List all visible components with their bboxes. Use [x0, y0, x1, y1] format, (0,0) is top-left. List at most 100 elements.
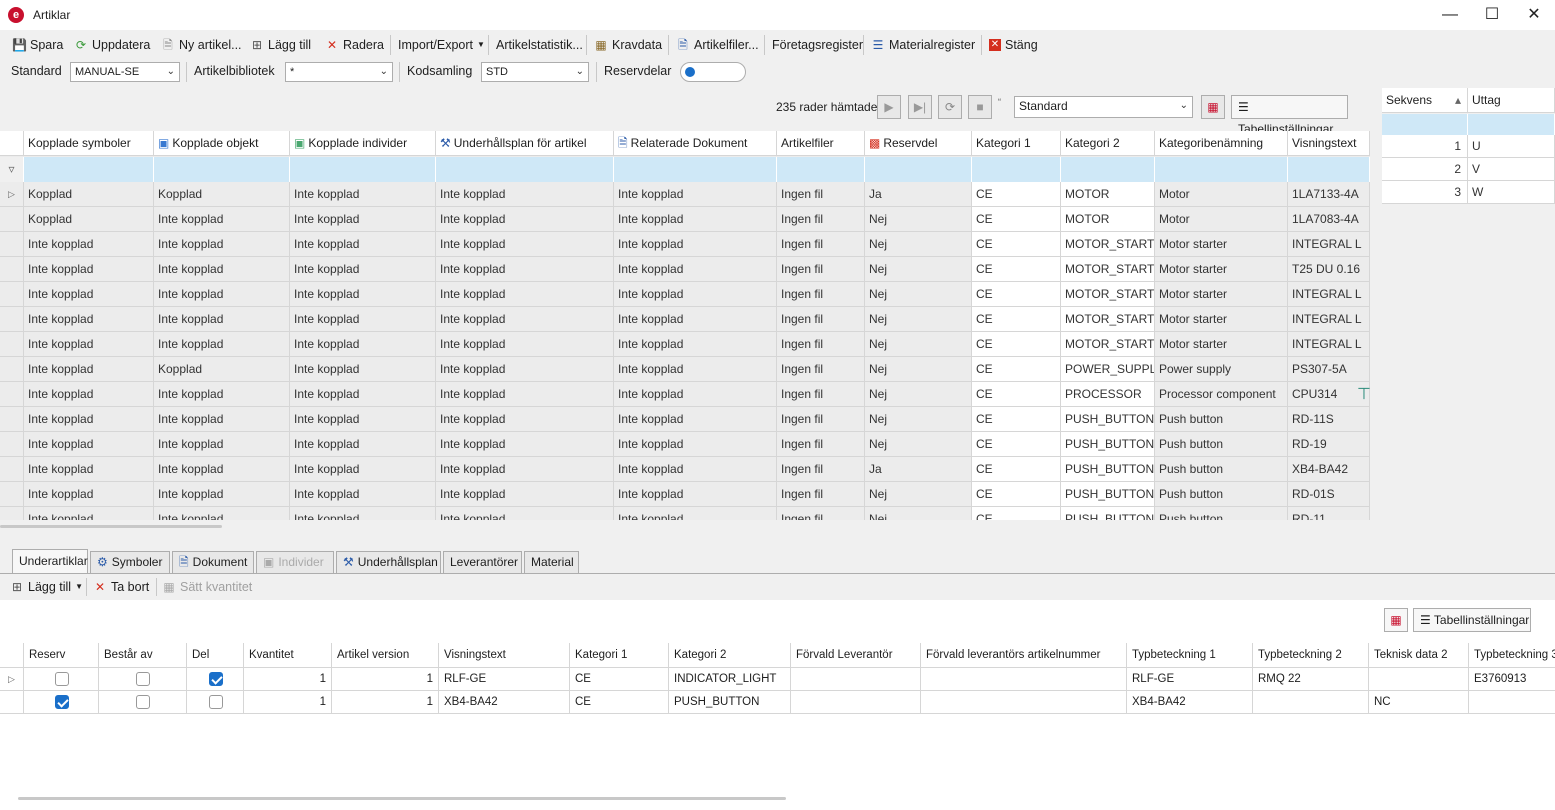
table-cell[interactable]: Inte kopplad — [290, 507, 436, 520]
table-cell[interactable]: Power supply — [1155, 357, 1288, 382]
table-cell[interactable]: Nej — [865, 407, 972, 432]
table-cell[interactable]: CE — [972, 282, 1061, 307]
table-cell[interactable]: XB4-BA42 — [1288, 457, 1370, 482]
table-cell[interactable]: Inte kopplad — [614, 332, 777, 357]
table-cell[interactable]: Motor — [1155, 182, 1288, 207]
table-cell[interactable]: Ingen fil — [777, 457, 865, 482]
table-cell[interactable]: CE — [972, 382, 1061, 407]
table-cell[interactable]: Nej — [865, 482, 972, 507]
table-cell[interactable]: Motor starter — [1155, 332, 1288, 357]
table-cell[interactable]: Ingen fil — [777, 257, 865, 282]
filter-cell[interactable] — [154, 157, 290, 182]
minimize-button[interactable]: — — [1430, 0, 1470, 30]
row-selector[interactable]: ▷ — [0, 668, 24, 691]
table-cell[interactable]: Inte kopplad — [154, 432, 290, 457]
delete-button[interactable]: ✕ Radera — [325, 36, 384, 54]
table-cell[interactable]: Inte kopplad — [154, 307, 290, 332]
table-cell[interactable]: Inte kopplad — [436, 357, 614, 382]
checkbox[interactable] — [136, 672, 150, 686]
sub-table-settings-button[interactable]: ☰ Tabellinställningar — [1413, 608, 1531, 632]
row-selector[interactable] — [0, 457, 24, 482]
table-cell[interactable]: Inte kopplad — [436, 257, 614, 282]
table-cell[interactable]: Ingen fil — [777, 382, 865, 407]
table-cell[interactable]: Nej — [865, 207, 972, 232]
table-cell[interactable]: Inte kopplad — [154, 282, 290, 307]
article-stats-button[interactable]: Artikelstatistik... — [496, 36, 583, 54]
row-selector[interactable] — [0, 357, 24, 382]
table-cell[interactable]: Inte kopplad — [614, 432, 777, 457]
table-cell[interactable]: PUSH_BUTTON — [1061, 457, 1155, 482]
view-select[interactable]: Standard ⌄ — [1014, 96, 1193, 118]
table-cell[interactable]: Motor starter — [1155, 282, 1288, 307]
table-cell[interactable]: Inte kopplad — [154, 332, 290, 357]
filter-cell[interactable] — [777, 157, 865, 182]
table-cell[interactable]: Ingen fil — [777, 432, 865, 457]
table-cell[interactable]: Kopplad — [24, 207, 154, 232]
table-cell[interactable]: Inte kopplad — [24, 332, 154, 357]
table-cell[interactable]: 1LA7133-4A — [1288, 182, 1370, 207]
column-header[interactable]: Reserv — [24, 643, 99, 668]
tab-individer[interactable]: ▣ Individer — [256, 551, 334, 573]
import-export-button[interactable]: Import/Export ▼ — [398, 36, 485, 54]
sequence-cell[interactable]: 3 — [1382, 181, 1468, 204]
table-cell[interactable]: CE — [972, 507, 1061, 520]
table-cell[interactable]: Inte kopplad — [24, 507, 154, 520]
table-cell[interactable]: MOTOR_STARTER — [1061, 282, 1155, 307]
table-cell[interactable]: Inte kopplad — [24, 357, 154, 382]
column-header[interactable]: Kategoribenämning — [1155, 131, 1288, 156]
tab-symboler[interactable]: ⚙ Symboler — [90, 551, 170, 573]
skip-end-button[interactable]: ▶| — [908, 95, 932, 119]
table-cell[interactable]: Inte kopplad — [436, 332, 614, 357]
row-selector[interactable] — [0, 232, 24, 257]
table-cell[interactable]: PUSH_BUTTON — [1061, 507, 1155, 520]
column-header[interactable]: ▣ Kopplade individer — [290, 131, 436, 156]
row-selector[interactable] — [0, 207, 24, 232]
table-cell[interactable]: Inte kopplad — [154, 207, 290, 232]
table-cell[interactable]: Inte kopplad — [436, 207, 614, 232]
table-cell[interactable]: Ingen fil — [777, 182, 865, 207]
add-button[interactable]: ⊞ Lägg till — [250, 36, 311, 54]
table-cell[interactable]: Kopplad — [154, 357, 290, 382]
column-header[interactable]: Artikelfiler — [777, 131, 865, 156]
table-cell[interactable]: Inte kopplad — [614, 207, 777, 232]
table-cell[interactable]: Inte kopplad — [290, 232, 436, 257]
new-article-button[interactable]: 🗎 Ny artikel... — [161, 36, 241, 54]
row-selector[interactable] — [0, 257, 24, 282]
table-cell[interactable]: Nej — [865, 357, 972, 382]
table-cell[interactable]: Inte kopplad — [614, 407, 777, 432]
table-cell[interactable]: Inte kopplad — [436, 507, 614, 520]
table-cell[interactable]: Motor — [1155, 207, 1288, 232]
table-cell[interactable]: CE — [972, 207, 1061, 232]
horizontal-scrollbar[interactable] — [0, 525, 222, 528]
table-cell[interactable]: PUSH_BUTTON — [1061, 482, 1155, 507]
table-cell[interactable]: Inte kopplad — [290, 382, 436, 407]
table-cell[interactable]: Nej — [865, 332, 972, 357]
table-cell[interactable]: CE — [972, 482, 1061, 507]
table-cell[interactable]: MOTOR — [1061, 182, 1155, 207]
column-header[interactable]: Visningstext — [1288, 131, 1370, 156]
stop-button[interactable]: ■ — [968, 95, 992, 119]
table-cell[interactable]: Inte kopplad — [614, 257, 777, 282]
row-selector[interactable]: ▷ — [0, 182, 24, 207]
sequence-cell[interactable]: 2 — [1382, 158, 1468, 181]
column-header[interactable]: Uttag — [1468, 88, 1555, 113]
row-selector[interactable] — [0, 407, 24, 432]
row-selector[interactable] — [0, 691, 24, 714]
table-cell[interactable]: 1LA7083-4A — [1288, 207, 1370, 232]
table-cell[interactable]: Inte kopplad — [24, 432, 154, 457]
table-cell[interactable]: Ja — [865, 182, 972, 207]
table-cell[interactable]: Inte kopplad — [436, 307, 614, 332]
table-cell[interactable]: Inte kopplad — [436, 482, 614, 507]
table-cell[interactable] — [24, 691, 99, 714]
close-window-button[interactable]: ✕ — [1514, 0, 1554, 30]
table-cell[interactable]: Inte kopplad — [436, 182, 614, 207]
table-cell[interactable]: Inte kopplad — [290, 432, 436, 457]
column-header[interactable]: Sekvens ▴ — [1382, 88, 1468, 113]
tab-leverantörer[interactable]: Leverantörer — [443, 551, 522, 573]
column-header[interactable]: 🗎 Relaterade Dokument — [614, 131, 777, 156]
table-cell[interactable]: Push button — [1155, 482, 1288, 507]
checkbox[interactable] — [55, 672, 69, 686]
column-header[interactable]: Del — [187, 643, 244, 668]
table-cell[interactable]: Inte kopplad — [154, 382, 290, 407]
table-cell[interactable]: Inte kopplad — [614, 182, 777, 207]
